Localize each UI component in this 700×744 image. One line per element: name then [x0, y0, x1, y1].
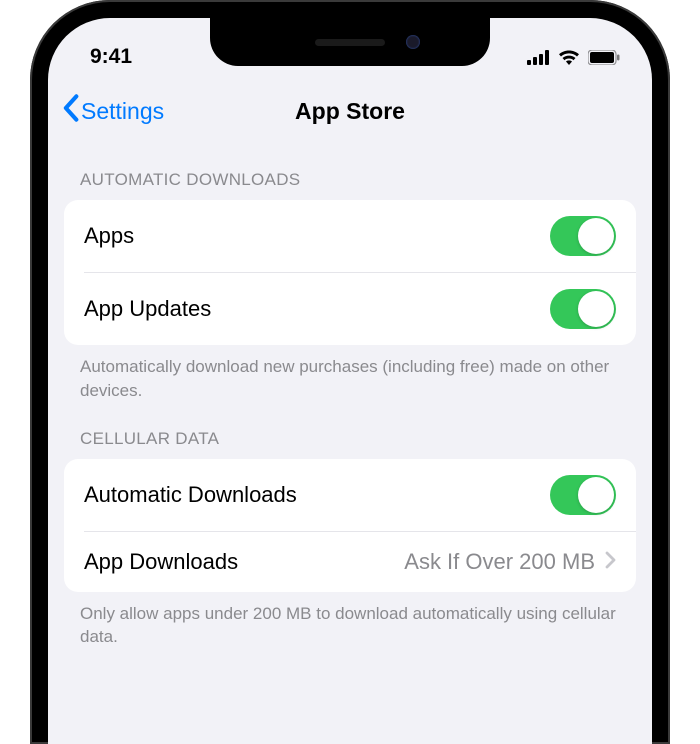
chevron-right-icon	[605, 549, 616, 575]
row-label: Apps	[84, 223, 134, 249]
cellular-signal-icon	[527, 50, 550, 65]
row-app-updates: App Updates	[64, 273, 636, 345]
row-value: Ask If Over 200 MB	[404, 549, 595, 575]
list-group-auto-downloads: Apps App Updates	[64, 200, 636, 345]
row-app-downloads[interactable]: App Downloads Ask If Over 200 MB	[64, 532, 636, 592]
page-title: App Store	[295, 98, 405, 125]
list-group-cellular: Automatic Downloads App Downloads Ask If…	[64, 459, 636, 592]
row-cellular-auto-downloads: Automatic Downloads	[64, 459, 636, 531]
section-header-cellular: CELLULAR DATA	[48, 403, 652, 459]
nav-bar: Settings App Store	[48, 78, 652, 144]
back-label: Settings	[81, 98, 164, 125]
row-label: App Downloads	[84, 549, 238, 575]
screen: 9:41 Settings App Store	[48, 18, 652, 744]
notch	[210, 18, 490, 66]
row-label: Automatic Downloads	[84, 482, 297, 508]
toggle-app-updates[interactable]	[550, 289, 616, 329]
section-footer-auto-downloads: Automatically download new purchases (in…	[48, 345, 652, 403]
toggle-apps[interactable]	[550, 216, 616, 256]
row-label: App Updates	[84, 296, 211, 322]
back-button[interactable]: Settings	[62, 94, 164, 128]
phone-frame: 9:41 Settings App Store	[30, 0, 670, 744]
chevron-left-icon	[62, 94, 79, 128]
row-apps: Apps	[64, 200, 636, 272]
wifi-icon	[558, 49, 580, 65]
status-time: 9:41	[90, 45, 132, 69]
section-footer-cellular: Only allow apps under 200 MB to download…	[48, 592, 652, 650]
battery-icon	[588, 50, 620, 65]
section-header-auto-downloads: AUTOMATIC DOWNLOADS	[48, 144, 652, 200]
toggle-cellular-auto-downloads[interactable]	[550, 475, 616, 515]
